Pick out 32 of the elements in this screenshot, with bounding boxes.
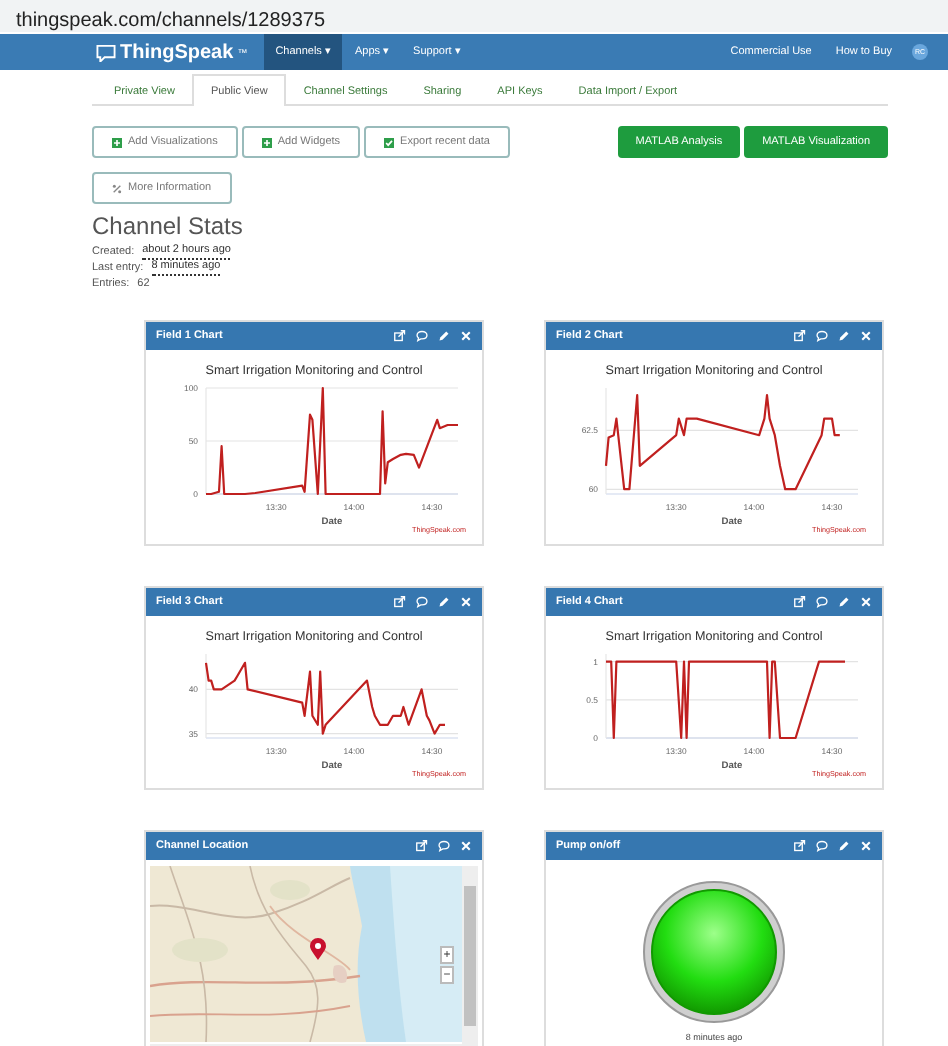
close-icon[interactable]	[460, 840, 472, 852]
comment-icon[interactable]	[816, 840, 828, 852]
popout-icon[interactable]	[794, 596, 806, 608]
chat-bubble-logo-icon	[96, 43, 116, 61]
close-icon[interactable]	[460, 330, 472, 342]
close-icon[interactable]	[860, 330, 872, 342]
comment-icon[interactable]	[816, 596, 828, 608]
popout-icon[interactable]	[394, 596, 406, 608]
pencil-icon[interactable]	[438, 330, 450, 342]
pencil-icon[interactable]	[838, 840, 850, 852]
plus-square-icon	[112, 137, 122, 147]
close-icon[interactable]	[860, 840, 872, 852]
checkbox-icon	[384, 137, 395, 147]
comment-icon[interactable]	[416, 596, 428, 608]
popout-icon[interactable]	[794, 330, 806, 342]
plus-square-icon	[261, 137, 272, 147]
scrollbar[interactable]	[462, 866, 478, 1046]
section-title: Channel Stats	[92, 212, 245, 240]
comment-icon[interactable]	[816, 330, 828, 342]
brand-name[interactable]: ThingSpeak	[120, 41, 234, 63]
pencil-icon[interactable]	[838, 330, 850, 342]
comment-icon[interactable]	[438, 840, 450, 852]
map-pin-icon[interactable]	[310, 938, 326, 960]
popout-icon[interactable]	[794, 840, 806, 852]
comment-icon[interactable]	[416, 330, 428, 342]
pencil-icon[interactable]	[838, 596, 850, 608]
popout-icon[interactable]	[416, 840, 428, 852]
close-icon[interactable]	[860, 596, 872, 608]
close-icon[interactable]	[460, 596, 472, 608]
pencil-icon[interactable]	[438, 596, 450, 608]
percent-icon	[112, 183, 122, 193]
popout-icon[interactable]	[394, 330, 406, 342]
